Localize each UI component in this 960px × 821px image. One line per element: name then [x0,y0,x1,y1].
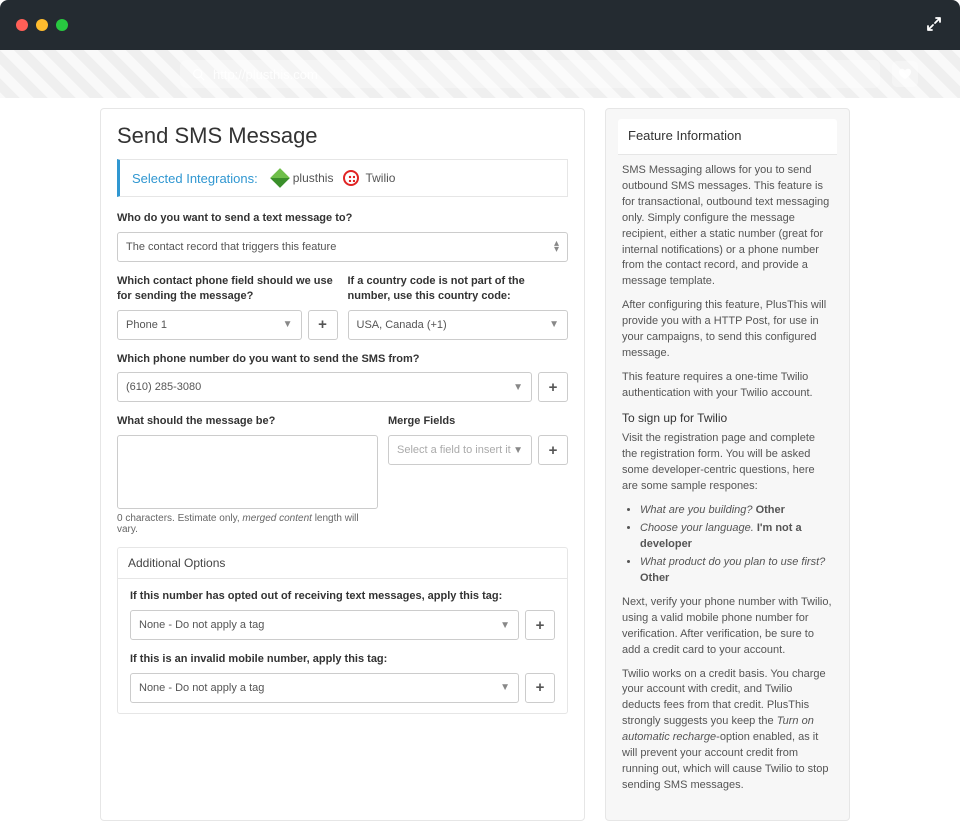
add-phone-field-button[interactable]: + [308,310,338,340]
message-textarea[interactable] [117,435,378,509]
country-code-select[interactable]: USA, Canada (+1) ▼ [348,310,569,340]
info-p1: SMS Messaging allows for you to send out… [622,163,833,291]
chevron-down-icon: ▼ [500,682,510,693]
signup-heading: To sign up for Twilio [622,410,833,427]
opt-out-value: None - Do not apply a tag [139,619,264,631]
from-number-select[interactable]: (610) 285-3080 ▼ [117,372,532,402]
minimize-icon[interactable] [36,19,48,31]
country-code-value: USA, Canada (+1) [357,319,447,331]
merge-field-select[interactable]: Select a field to insert it ▼ [388,435,532,465]
recipient-label: Who do you want to send a text message t… [117,211,568,226]
selected-integrations-bar: Selected Integrations: plusthis Twilio [117,159,568,197]
additional-options-panel: Additional Options If this number has op… [117,547,568,714]
message-label: What should the message be? [117,414,378,429]
close-icon[interactable] [16,19,28,31]
info-p6: Twilio works on a credit basis. You char… [622,667,833,795]
add-from-number-button[interactable]: + [538,372,568,402]
heart-icon [898,67,912,81]
from-number-label: Which phone number do you want to send t… [117,352,568,367]
country-code-label: If a country code is not part of the num… [348,274,569,304]
additional-options-title: Additional Options [118,548,567,579]
address-bar[interactable]: http://plusthis.com [180,60,880,88]
info-p5: Next, verify your phone number with Twil… [622,595,833,659]
page-title: Send SMS Message [117,123,568,149]
insert-merge-field-button[interactable]: + [538,435,568,465]
plusthis-icon [270,168,290,188]
chevron-down-icon: ▼ [513,382,523,393]
opt-out-label: If this number has opted out of receivin… [130,589,555,604]
selected-integrations-label: Selected Integrations: [132,171,258,186]
from-number-value: (610) 285-3080 [126,381,201,393]
message-hint: 0 characters. Estimate only, merged cont… [117,513,378,535]
phone-field-value: Phone 1 [126,319,167,331]
merge-field-placeholder: Select a field to insert it [397,444,511,456]
opt-out-tag-select[interactable]: None - Do not apply a tag ▼ [130,610,519,640]
feature-info-title: Feature Information [618,119,837,155]
list-item: Choose your language. I'm not a develope… [640,521,833,553]
recipient-value: The contact record that triggers this fe… [126,241,336,253]
chevron-down-icon: ▼ [513,445,523,456]
address-bar-row: http://plusthis.com [0,50,960,98]
recipient-select[interactable]: The contact record that triggers this fe… [117,232,568,262]
add-opt-out-tag-button[interactable]: + [525,610,555,640]
updown-icon: ▴▾ [554,241,559,253]
invalid-tag-select[interactable]: None - Do not apply a tag ▼ [130,673,519,703]
invalid-value: None - Do not apply a tag [139,682,264,694]
phone-field-label: Which contact phone field should we use … [117,274,338,304]
url-text: http://plusthis.com [213,67,318,82]
feature-info-panel: Feature Information SMS Messaging allows… [605,108,850,821]
main-form-card: Send SMS Message Selected Integrations: … [100,108,585,821]
window-titlebar [0,0,960,50]
info-p3: This feature requires a one-time Twilio … [622,370,833,402]
merge-label: Merge Fields [388,414,568,429]
signup-questions-list: What are you building? Other Choose your… [622,503,833,587]
integration-twilio: Twilio [343,170,395,186]
window-controls [16,19,68,31]
chevron-down-icon: ▼ [283,319,293,330]
integration-twilio-label: Twilio [365,171,395,185]
favorite-button[interactable] [892,61,918,87]
chevron-down-icon: ▼ [549,319,559,330]
phone-field-select[interactable]: Phone 1 ▼ [117,310,302,340]
invalid-label: If this is an invalid mobile number, app… [130,652,555,667]
add-invalid-tag-button[interactable]: + [525,673,555,703]
list-item: What product do you plan to use first? O… [640,555,833,587]
integration-plusthis-label: plusthis [293,171,334,185]
zoom-icon[interactable] [56,19,68,31]
search-icon [192,68,205,81]
expand-icon[interactable] [926,16,942,32]
chevron-down-icon: ▼ [500,620,510,631]
list-item: What are you building? Other [640,503,833,519]
twilio-icon [343,170,359,186]
info-p2: After configuring this feature, PlusThis… [622,298,833,362]
integration-plusthis: plusthis [273,171,334,185]
info-p4: Visit the registration page and complete… [622,431,833,495]
